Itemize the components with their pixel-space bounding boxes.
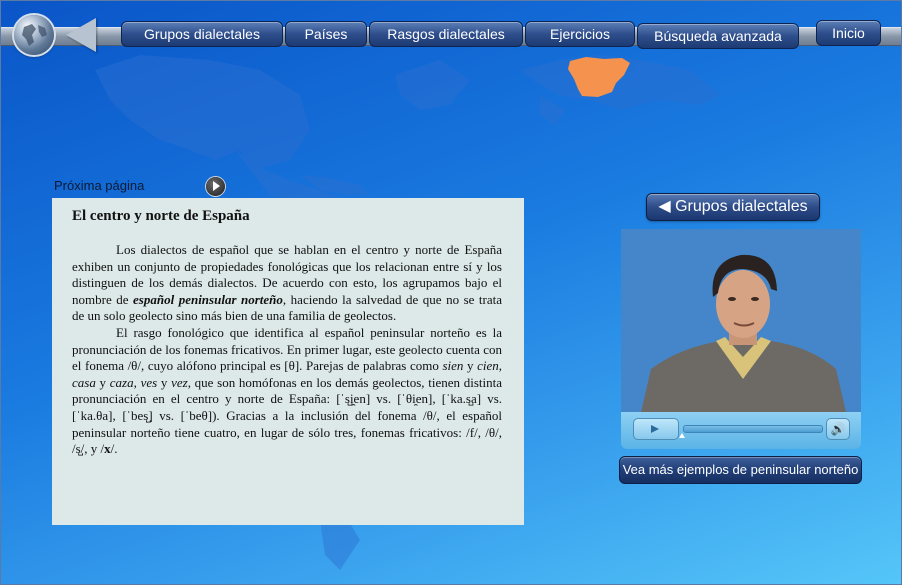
play-icon[interactable] bbox=[633, 418, 679, 440]
example-word: sien bbox=[442, 358, 464, 374]
example-word: caza bbox=[109, 374, 134, 390]
nav-grupos-dialectales[interactable]: Grupos dialectales bbox=[121, 21, 283, 47]
video-frame[interactable] bbox=[621, 229, 861, 412]
article-text: y bbox=[157, 374, 172, 390]
back-arrow-icon[interactable] bbox=[66, 18, 96, 52]
article-text: /. bbox=[110, 441, 118, 457]
more-examples-button[interactable]: Vea más ejemplos de peninsular norteño bbox=[619, 456, 862, 484]
volume-icon[interactable]: 🔊 bbox=[826, 418, 850, 440]
next-page-icon[interactable] bbox=[206, 177, 225, 196]
article-paragraph-1: Los dialectos de español que se hablan e… bbox=[72, 242, 502, 325]
article-text: , bbox=[498, 358, 502, 374]
article-text: El rasgo fonológico que identifica al es… bbox=[72, 324, 502, 374]
article-panel: El centro y norte de España Los dialecto… bbox=[52, 198, 524, 525]
example-word: vez bbox=[171, 374, 188, 390]
nav-busqueda-avanzada[interactable]: Búsqueda avanzada bbox=[637, 23, 799, 49]
video-progress-track[interactable] bbox=[683, 425, 823, 433]
next-page-label: Próxima página bbox=[54, 178, 145, 193]
example-word: ves bbox=[140, 374, 158, 390]
article-text: , bbox=[133, 374, 141, 390]
spain-highlight bbox=[568, 57, 630, 97]
globe-icon[interactable] bbox=[14, 15, 54, 55]
nav-ejercicios[interactable]: Ejercicios bbox=[525, 21, 635, 47]
term-emphasis: español peninsular norteño bbox=[133, 291, 283, 307]
nav-rasgos-dialectales[interactable]: Rasgos dialectales bbox=[369, 21, 523, 47]
article-title: El centro y norte de España bbox=[72, 208, 250, 224]
example-word: casa bbox=[72, 374, 96, 390]
video-controls: 🔊 bbox=[621, 412, 861, 449]
article-text: y bbox=[463, 358, 478, 374]
nav-paises[interactable]: Países bbox=[285, 21, 367, 47]
article-paragraph-2: El rasgo fonológico que identifica al es… bbox=[72, 325, 502, 458]
video-progress-thumb[interactable] bbox=[679, 433, 685, 438]
nav-inicio[interactable]: Inicio bbox=[816, 20, 881, 46]
example-word: cien bbox=[477, 358, 499, 374]
groups-back-button[interactable]: ◀ Grupos dialectales bbox=[646, 193, 820, 221]
article-text: y bbox=[95, 374, 110, 390]
